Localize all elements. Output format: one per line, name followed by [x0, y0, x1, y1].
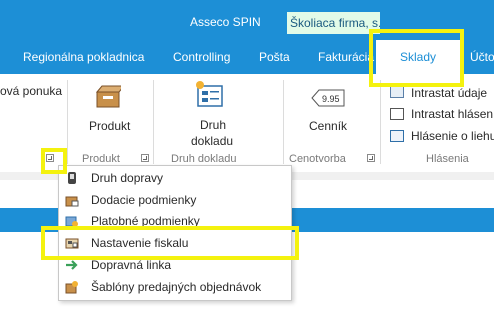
arrow-right-icon: [66, 260, 78, 270]
menu-item-label: Šablóny predajných objednávok: [91, 280, 262, 294]
phone-icon: [68, 172, 76, 184]
document-type-group-label: Druh dokladu: [171, 153, 237, 165]
pricing-group-launcher[interactable]: [367, 154, 375, 162]
app-title: Asseco SPIN: [190, 15, 261, 29]
menu-item-dodacie-podmienky[interactable]: Dodacie podmienky: [59, 189, 291, 211]
intrastat-report-icon: [390, 108, 404, 120]
delivery-box-icon: [65, 196, 79, 207]
document-type-icon: [196, 81, 223, 107]
menu-item-druh-dopravy[interactable]: Druh dopravy: [59, 167, 291, 189]
group-separator: [283, 80, 284, 164]
pricing-group-label: Cenotvorba: [289, 153, 346, 165]
menu-item-sablony-objednavok[interactable]: Šablóny predajných objednávok: [59, 276, 291, 298]
menu-item-label: Dopravná linka: [91, 258, 172, 272]
document-type-label-line2: dokladu: [191, 134, 234, 148]
product-label: Produkt: [89, 119, 131, 133]
tab-fakturacia[interactable]: Fakturácia: [318, 40, 374, 74]
reports-group-label: Hlásenia: [426, 153, 469, 165]
intrastat-data-label: Intrastat údaje: [411, 86, 488, 100]
tab-uctovnictvo[interactable]: Účtov: [470, 40, 494, 74]
intrastat-report-label: Intrastat hlásen: [411, 107, 494, 121]
price-tag-icon: 9.95: [311, 89, 345, 107]
ribbon-panel: ová ponuka Produkt Produkt Druh dokladu …: [0, 74, 494, 173]
menu-item-label: Druh dopravy: [91, 171, 164, 185]
group-separator: [67, 80, 68, 164]
menu-item-label: Dodacie podmienky: [91, 193, 197, 207]
product-box-icon: [95, 85, 121, 108]
tab-regionalna-pokladnica[interactable]: Regionálna pokladnica: [23, 40, 144, 74]
document-type-label-line1: Druh: [200, 118, 227, 132]
highlight-fiscal-item: [41, 226, 299, 260]
highlight-sklady-tab: [369, 29, 464, 87]
group-separator: [380, 80, 381, 164]
product-group-label: Produkt: [82, 153, 120, 165]
group-separator: [153, 80, 154, 164]
alcohol-report-icon: [390, 130, 404, 142]
tab-posta[interactable]: Pošta: [259, 40, 290, 74]
tab-controlling[interactable]: Controlling: [173, 40, 230, 74]
alcohol-report-label: Hlásenie o liehu: [411, 129, 494, 143]
product-group-launcher[interactable]: [141, 154, 149, 162]
price-tag-icon-text: 9.95: [322, 94, 340, 104]
pricelist-label: Cenník: [309, 119, 348, 133]
intrastat-data-icon: [390, 86, 404, 98]
company-selector[interactable]: Školiaca firma, s.r.o.: [287, 12, 380, 34]
order-template-icon: [65, 281, 78, 294]
offer-button-label[interactable]: ová ponuka: [0, 84, 62, 98]
highlight-launcher: [41, 148, 67, 174]
